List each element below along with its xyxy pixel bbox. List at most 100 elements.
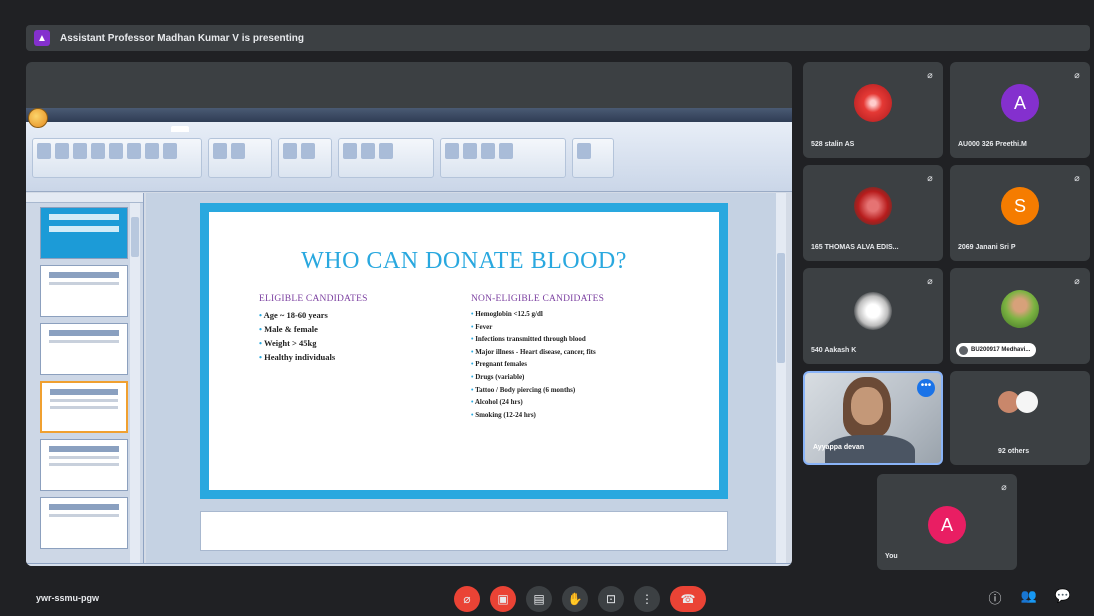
info-icon[interactable]: ⓘ xyxy=(986,588,1004,607)
people-icon[interactable]: 👥 xyxy=(1020,588,1038,607)
participant-name: AU000 326 Preethi.M xyxy=(958,141,1027,148)
current-slide: WHO CAN DONATE BLOOD? ELIGIBLE CANDIDATE… xyxy=(200,203,728,499)
slide-thumbnail[interactable] xyxy=(40,323,128,375)
non-eligible-item: Drugs (variable) xyxy=(471,371,701,384)
ribbon-group xyxy=(208,138,272,178)
person-icon: ▲ xyxy=(34,30,50,46)
eligible-item: Weight > 45kg xyxy=(259,336,449,350)
mic-off-button[interactable]: ⌀ xyxy=(454,586,480,612)
powerpoint-window: WHO CAN DONATE BLOOD? ELIGIBLE CANDIDATE… xyxy=(26,108,792,566)
participant-name: 528 stalin AS xyxy=(811,141,855,148)
eligible-item: Healthy individuals xyxy=(259,350,449,364)
mic-off-icon: ⌀ xyxy=(1001,482,1007,492)
participant-tile[interactable]: S ⌀ 2069 Janani Sri P xyxy=(950,165,1090,261)
avatar xyxy=(854,292,892,330)
avatar: A xyxy=(1001,84,1039,122)
non-eligible-item: Smoking (12-24 hrs) xyxy=(471,409,701,422)
mic-off-icon: ⌀ xyxy=(927,173,933,183)
end-call-button[interactable]: ☎ xyxy=(670,586,706,612)
participant-name: 2069 Janani Sri P xyxy=(958,244,1016,251)
eligible-item: Age ~ 18-60 years xyxy=(259,308,449,322)
ribbon-group xyxy=(572,138,614,178)
mic-off-icon: ⌀ xyxy=(1074,276,1080,286)
participant-tile[interactable]: A ⌀ AU000 326 Preethi.M xyxy=(950,62,1090,158)
more-options-icon[interactable]: ••• xyxy=(917,379,935,397)
meeting-controls-bar: ywr-ssmu-pgw ⌀ ▣ ▤ ✋ ⊡ ⋮ ☎ ⓘ 👥 💬 xyxy=(0,576,1094,616)
ribbon-tab xyxy=(152,126,158,132)
ppt-ribbon xyxy=(26,122,792,192)
slide-scrollbar[interactable] xyxy=(776,193,786,563)
others-tile[interactable]: 92 others xyxy=(950,371,1090,465)
meeting-code: ywr-ssmu-pgw xyxy=(36,593,100,603)
ribbon-tabs xyxy=(26,122,792,132)
non-eligible-column: NON-ELIGIBLE CANDIDATES Hemoglobin <12.5… xyxy=(471,294,701,421)
pin-icon xyxy=(959,345,968,355)
slide-thumbnail[interactable] xyxy=(40,265,128,317)
ppt-status-bar xyxy=(26,563,792,566)
non-eligible-item: Hemoglobin <12.5 g/dl xyxy=(471,308,701,321)
slide-thumbnail[interactable] xyxy=(40,207,128,259)
slide-thumbnail[interactable] xyxy=(40,497,128,549)
participant-name: Ayyappa devan xyxy=(813,444,865,451)
video-feed xyxy=(851,387,883,425)
ribbon-tab xyxy=(113,126,119,132)
avatar: S xyxy=(1001,187,1039,225)
non-eligible-item: Pregnant females xyxy=(471,358,701,371)
avatar: A xyxy=(928,506,966,544)
ribbon-tab xyxy=(132,126,138,132)
office-button-icon xyxy=(28,108,48,128)
presenting-banner: ▲ Assistant Professor Madhan Kumar V is … xyxy=(26,25,1090,51)
eligible-item: Male & female xyxy=(259,322,449,336)
ppt-title-bar xyxy=(26,108,792,122)
ribbon-tab xyxy=(54,126,60,132)
slide-thumbnail-selected[interactable] xyxy=(40,381,128,433)
participant-name: BU200917 Medhavi... xyxy=(971,347,1031,353)
mic-off-icon: ⌀ xyxy=(1074,70,1080,80)
ribbon-group xyxy=(278,138,332,178)
avatar xyxy=(1001,290,1039,328)
avatar xyxy=(1016,391,1038,413)
thumbnail-scrollbar[interactable] xyxy=(130,203,140,563)
participant-name: 540 Aakash K xyxy=(811,347,857,354)
mic-off-icon: ⌀ xyxy=(1074,173,1080,183)
captions-button[interactable]: ▤ xyxy=(526,586,552,612)
mic-off-icon: ⌀ xyxy=(927,276,933,286)
ribbon-group xyxy=(440,138,566,178)
present-button[interactable]: ⊡ xyxy=(598,586,624,612)
participant-tile[interactable]: ⌀ 528 stalin AS xyxy=(803,62,943,158)
participant-video-tile[interactable]: ••• Ayyappa devan xyxy=(803,371,943,465)
non-eligible-item: Fever xyxy=(471,321,701,334)
ribbon-tab xyxy=(93,126,99,132)
participant-tile[interactable]: ⌀ BU200917 Medhavi... xyxy=(950,268,1090,364)
non-eligible-item: Alcohol (24 hrs) xyxy=(471,396,701,409)
participant-tile[interactable]: ⌀ 165 THOMAS ALVA EDIS... xyxy=(803,165,943,261)
notes-pane[interactable] xyxy=(200,511,728,551)
mic-off-icon: ⌀ xyxy=(927,70,933,80)
ribbon-group xyxy=(32,138,202,178)
non-eligible-item: Major illness - Heart disease, cancer, f… xyxy=(471,346,701,359)
participant-tile[interactable]: ⌀ 540 Aakash K xyxy=(803,268,943,364)
self-name: You xyxy=(885,553,898,560)
chat-icon[interactable]: 💬 xyxy=(1054,588,1072,607)
non-eligible-item: Infections transmitted through blood xyxy=(471,333,701,346)
raise-hand-button[interactable]: ✋ xyxy=(562,586,588,612)
slide-title: WHO CAN DONATE BLOOD? xyxy=(301,248,627,274)
eligible-column: ELIGIBLE CANDIDATES Age ~ 18-60 years Ma… xyxy=(259,294,449,364)
outline-tabs xyxy=(26,193,143,203)
non-eligible-heading: NON-ELIGIBLE CANDIDATES xyxy=(471,294,605,304)
eligible-heading: ELIGIBLE CANDIDATES xyxy=(259,294,368,304)
ribbon-tab-active xyxy=(171,126,189,132)
avatar xyxy=(854,84,892,122)
presentation-area: WHO CAN DONATE BLOOD? ELIGIBLE CANDIDATE… xyxy=(26,62,792,566)
others-count: 92 others xyxy=(998,448,1030,455)
camera-off-button[interactable]: ▣ xyxy=(490,586,516,612)
participant-name-pill: BU200917 Medhavi... xyxy=(956,343,1037,357)
avatar xyxy=(854,187,892,225)
non-eligible-item: Tattoo / Body piercing (6 months) xyxy=(471,384,701,397)
self-tile[interactable]: A ⌀ You xyxy=(877,474,1017,570)
more-options-button[interactable]: ⋮ xyxy=(634,586,660,612)
ribbon-tab xyxy=(74,126,80,132)
slide-thumbnail[interactable] xyxy=(40,439,128,491)
side-panel-controls: ⓘ 👥 💬 xyxy=(986,588,1072,607)
ribbon-group xyxy=(338,138,434,178)
